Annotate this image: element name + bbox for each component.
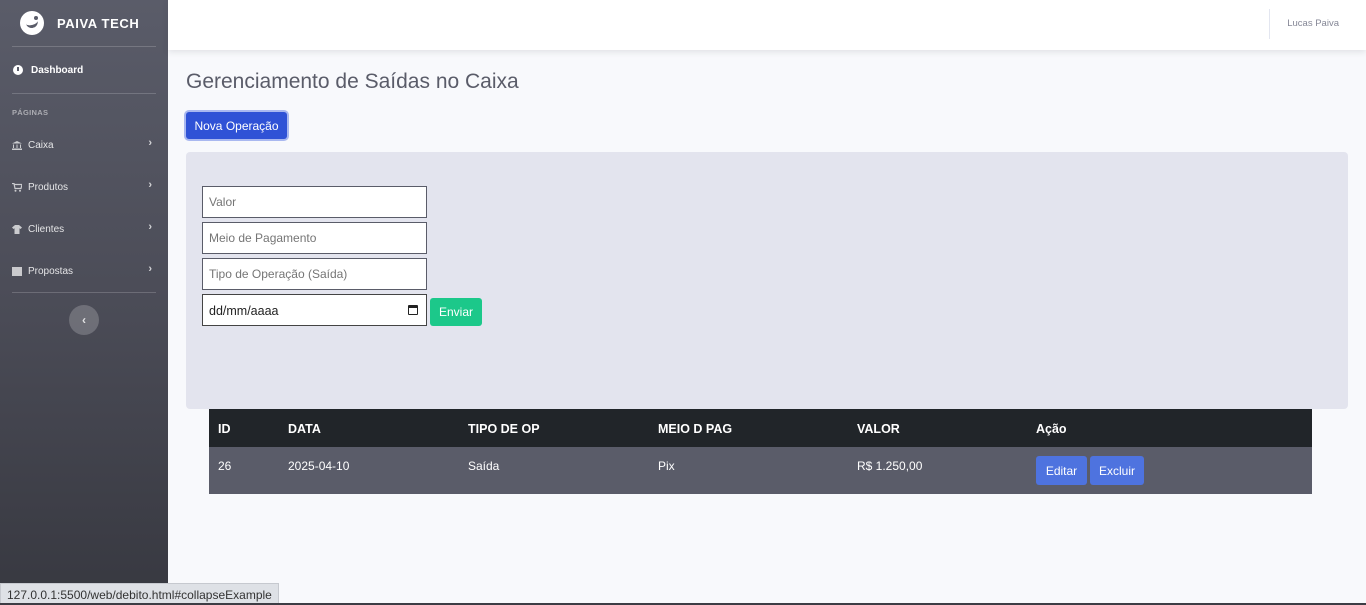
shopping-cart-icon xyxy=(12,182,22,192)
sidebar-item-label: Caixa xyxy=(28,139,54,151)
topbar: Lucas Paiva xyxy=(168,0,1366,50)
sidebar-item-label: Produtos xyxy=(28,181,69,193)
table-row: 26 2025-04-10 Saída Pix R$ 1.250,00 Edit… xyxy=(209,447,1312,494)
cell-id: 26 xyxy=(218,459,232,473)
new-operation-button[interactable]: Nova Operação xyxy=(186,112,287,139)
operation-type-input[interactable] xyxy=(202,258,427,290)
operations-table: ID DATA TIPO DE OP MEIO D PAG VALOR Ação… xyxy=(209,409,1312,494)
laugh-wink-icon xyxy=(20,11,44,35)
sidebar: PAIVA TECH Dashboard PÁGINAS Caixa › Pro… xyxy=(0,0,168,605)
table-icon xyxy=(12,266,22,276)
status-bar-url: 127.0.0.1:5500/web/debito.html#collapseE… xyxy=(0,583,279,605)
sidebar-divider xyxy=(12,292,156,293)
sidebar-item-clientes[interactable]: Clientes › xyxy=(0,208,168,250)
delete-button[interactable]: Excluir xyxy=(1090,456,1144,485)
sidebar-item-label: Dashboard xyxy=(31,64,84,76)
chevron-right-icon: › xyxy=(148,263,152,275)
sidebar-item-propostas[interactable]: Propostas › xyxy=(0,250,168,292)
collapse-form-card: dd/mm/aaaa Enviar xyxy=(186,152,1348,409)
chevron-right-icon: › xyxy=(148,137,152,149)
brand-link[interactable]: PAIVA TECH xyxy=(0,0,168,46)
chevron-right-icon: › xyxy=(148,179,152,191)
tachometer-icon xyxy=(13,65,23,75)
submit-button[interactable]: Enviar xyxy=(430,298,482,326)
cell-type: Saída xyxy=(468,459,500,473)
cell-value: R$ 1.250,00 xyxy=(857,459,923,473)
sidebar-toggle-button[interactable]: ‹ xyxy=(69,305,99,335)
edit-button[interactable]: Editar xyxy=(1036,456,1087,485)
column-header: Ação xyxy=(1036,422,1067,436)
user-name[interactable]: Lucas Paiva xyxy=(1287,18,1339,29)
table-header: ID DATA TIPO DE OP MEIO D PAG VALOR Ação xyxy=(209,409,1312,447)
column-header: MEIO D PAG xyxy=(658,422,733,436)
page-title: Gerenciamento de Saídas no Caixa xyxy=(186,70,519,93)
topbar-divider xyxy=(1269,9,1270,39)
sidebar-item-produtos[interactable]: Produtos › xyxy=(0,166,168,208)
sidebar-heading: PÁGINAS xyxy=(12,108,49,117)
date-input[interactable]: dd/mm/aaaa xyxy=(202,294,427,326)
column-header: ID xyxy=(218,422,231,436)
brand-name: PAIVA TECH xyxy=(57,15,140,31)
sidebar-item-label: Clientes xyxy=(28,223,65,235)
payment-method-input[interactable] xyxy=(202,222,427,254)
calendar-icon[interactable] xyxy=(408,305,418,315)
university-icon xyxy=(12,140,22,150)
column-header: TIPO DE OP xyxy=(468,422,540,436)
date-placeholder: dd/mm/aaaa xyxy=(209,304,279,318)
shirt-icon xyxy=(12,224,22,234)
chevron-right-icon: › xyxy=(148,221,152,233)
chevron-left-icon: ‹ xyxy=(82,313,86,327)
valor-input[interactable] xyxy=(202,186,427,218)
sidebar-item-dashboard[interactable]: Dashboard xyxy=(0,47,168,93)
cell-payment-method: Pix xyxy=(658,459,675,473)
sidebar-item-caixa[interactable]: Caixa › xyxy=(0,124,168,166)
sidebar-item-label: Propostas xyxy=(28,265,74,277)
column-header: VALOR xyxy=(857,422,900,436)
cell-date: 2025-04-10 xyxy=(288,459,350,473)
column-header: DATA xyxy=(288,422,321,436)
